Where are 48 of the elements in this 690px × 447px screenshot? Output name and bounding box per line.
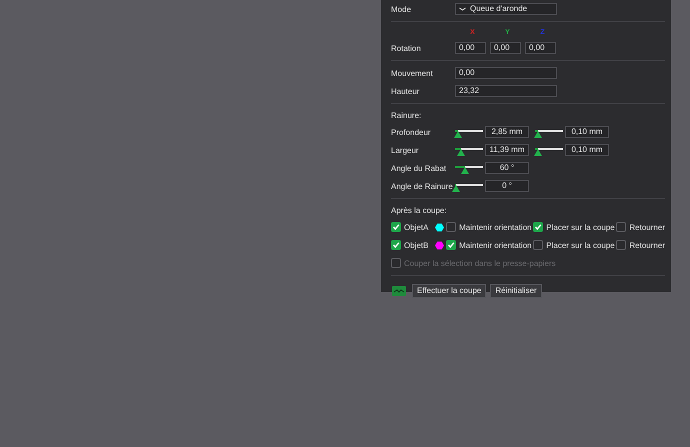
checkbox[interactable]: [446, 222, 456, 232]
checkbox-label: Maintenir orientation: [459, 222, 532, 232]
field-label: Hauteur: [391, 86, 420, 96]
input-field[interactable]: 0,00: [455, 67, 557, 79]
checkbox-label: Placer sur la coupe: [546, 222, 615, 232]
checkbox[interactable]: [391, 240, 401, 250]
slider-thumb[interactable]: [456, 149, 465, 156]
checkbox[interactable]: [391, 222, 401, 232]
value-field[interactable]: 2,85 mm: [485, 126, 529, 138]
rotation-field[interactable]: 0,00: [455, 42, 486, 54]
field-label: Profondeur: [391, 128, 432, 136]
checkbox-label: Maintenir orientation: [459, 240, 532, 250]
checkbox[interactable]: [616, 240, 626, 250]
checkbox-label: ObjetB: [404, 240, 428, 250]
section-title: Après la coupe:: [391, 206, 447, 214]
slider-thumb[interactable]: [534, 131, 542, 138]
checkbox-label: Retourner: [629, 222, 665, 232]
checkbox-label: Couper la sélection dans le presse-papiers: [404, 258, 556, 268]
checkbox-label: ObjetA: [404, 222, 428, 232]
rotation-field[interactable]: 0,00: [525, 42, 556, 54]
checkbox[interactable]: [616, 222, 626, 232]
rotation-field[interactable]: 0,00: [490, 42, 521, 54]
field-label: Mode: [391, 4, 412, 14]
checkbox[interactable]: [533, 240, 544, 250]
mode-dropdown[interactable]: Queue d'aronde: [455, 3, 557, 15]
action-button[interactable]: Réinitialiser: [490, 284, 542, 298]
input-field[interactable]: 23,32: [455, 85, 557, 97]
slider-thumb[interactable]: [454, 131, 462, 138]
action-button[interactable]: Effectuer la coupe: [412, 284, 486, 298]
section-title: Rainure:: [391, 110, 422, 120]
value-field[interactable]: 0,10 mm: [565, 144, 609, 156]
slider-thumb[interactable]: [460, 167, 469, 174]
field-label: Angle de Rainure: [391, 182, 454, 190]
value-field[interactable]: 0 °: [485, 180, 529, 192]
checkbox-label: Placer sur la coupe: [546, 240, 615, 250]
value-field[interactable]: 0,10 mm: [565, 126, 609, 138]
value-field[interactable]: 11,39 mm: [485, 144, 529, 156]
checkbox[interactable]: [446, 240, 456, 250]
field-label: Rotation: [391, 44, 422, 52]
field-label: Largeur: [391, 146, 420, 154]
slider-thumb[interactable]: [452, 185, 460, 192]
checkbox-label: Retourner: [629, 240, 665, 250]
checkbox[interactable]: [533, 222, 544, 232]
field-label: Mouvement: [391, 68, 434, 78]
value-field[interactable]: 60 °: [485, 162, 529, 174]
slider-thumb[interactable]: [534, 149, 542, 156]
field-label: Angle du Rabat: [391, 164, 448, 172]
cut-icon: [392, 286, 406, 296]
